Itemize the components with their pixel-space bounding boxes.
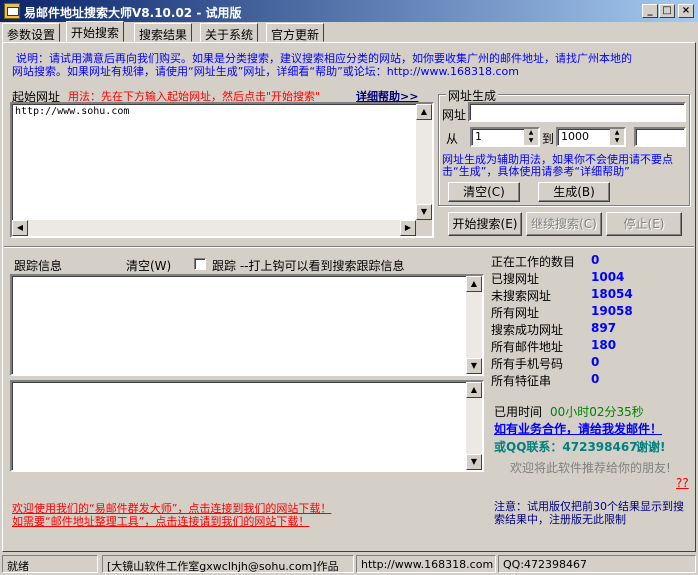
question-link[interactable]: ?? — [676, 476, 689, 490]
scroll-right-arrow-icon[interactable]: ▶ — [400, 220, 416, 236]
url-gen-clear-button[interactable]: 清空(C) — [448, 182, 520, 202]
close-button[interactable]: × — [678, 4, 694, 18]
separator — [4, 246, 694, 248]
tab-start-search[interactable]: 开始搜索 — [66, 21, 125, 42]
start-url-vscroll[interactable]: ▲ ▼ — [416, 104, 432, 220]
stat-label-all-urls: 所有网址 — [491, 306, 540, 320]
app-mail-icon — [4, 3, 20, 19]
url-gen-to-label: 到 — [542, 132, 555, 146]
thanks-text: 谢谢! — [636, 440, 666, 454]
tab-about[interactable]: 关于系统 — [200, 23, 259, 42]
stat-label-unsearched: 未搜索网址 — [491, 289, 552, 303]
scroll-up-arrow-icon[interactable]: ▲ — [416, 104, 432, 120]
stat-value-working: 0 — [591, 253, 600, 267]
elapsed-label: 已用时间 — [494, 405, 543, 419]
status-website: http://www.168318.com — [356, 555, 496, 573]
notice-text: 说明：请试用满意后再向我们购买。如果是分类搜索，建议搜索相应分类的网站，如你要收… — [12, 52, 632, 78]
stat-label-searched: 已搜网址 — [491, 272, 540, 286]
start-search-button[interactable]: 开始搜索(E) — [448, 212, 522, 236]
start-url-textarea[interactable]: http://www.sohu.com ▲ ▼ ◀ ▶ — [10, 102, 434, 238]
stat-value-success: 897 — [591, 321, 617, 335]
stat-value-phones: 0 — [591, 355, 600, 369]
title-bar[interactable]: 易邮件地址搜索大师V8.10.02 - 试用版 _ □ × — [0, 0, 698, 22]
promo-organizer-link[interactable]: 如需要“邮件地址整理工具”，点击连接请到我们的网站下载！ — [12, 515, 331, 528]
stat-label-emails: 所有邮件地址 — [491, 340, 564, 354]
stat-value-features: 0 — [591, 372, 600, 386]
stat-label-working: 正在工作的数目 — [491, 255, 576, 269]
url-gen-to-input[interactable]: 1000 ▲ ▼ — [556, 127, 626, 147]
stat-label-phones: 所有手机号码 — [491, 357, 564, 371]
trial-note: 注意：试用版仅把前30个结果显示到搜索结果中，注册版无此限制 — [494, 500, 684, 526]
start-url-value: http://www.sohu.com — [15, 106, 130, 117]
promo-links: 欢迎使用我们的“易邮件群发大师”，点击连接到我们的网站下载！ 如需要“邮件地址整… — [12, 502, 331, 528]
stat-value-searched: 1004 — [591, 270, 625, 284]
trace-detail-vscroll[interactable]: ▲ ▼ — [466, 382, 482, 470]
tab-settings[interactable]: 参数设置 — [2, 23, 61, 42]
stat-label-success: 搜索成功网址 — [491, 323, 564, 337]
business-contact-link[interactable]: 如有业务合作，请给我发邮件！ — [494, 420, 662, 437]
maximize-button[interactable]: □ — [659, 4, 675, 18]
elapsed-value: 00小时02分35秒 — [550, 405, 644, 419]
trace-clear-link[interactable]: 清空(W) — [126, 257, 171, 274]
scroll-up-arrow-icon[interactable]: ▲ — [466, 276, 482, 292]
status-qq: QQ:472398467 — [498, 555, 696, 573]
window-title: 易邮件地址搜索大师V8.10.02 - 试用版 — [24, 6, 242, 20]
trace-label: 跟踪信息 — [14, 259, 63, 273]
stop-button[interactable]: 停止(E) — [606, 212, 682, 236]
qq-contact: 或QQ联系：472398467 — [494, 440, 638, 454]
trace-log-vscroll[interactable]: ▲ ▼ — [466, 276, 482, 374]
tab-official-update[interactable]: 官方更新 — [266, 23, 325, 42]
start-url-hscroll[interactable]: ◀ ▶ — [12, 220, 416, 236]
url-gen-from-input[interactable]: 1 ▲ ▼ — [470, 127, 540, 147]
minimize-button[interactable]: _ — [642, 4, 658, 18]
stat-value-emails: 180 — [591, 338, 617, 352]
from-spinner[interactable]: ▲ ▼ — [524, 129, 538, 145]
trace-checkbox[interactable] — [194, 258, 206, 270]
scroll-up-arrow-icon[interactable]: ▲ — [466, 382, 482, 398]
url-gen-url-input[interactable] — [468, 102, 686, 122]
status-bar: 就绪 [大镜山软件工作室gxwclhjh@sohu.com]作品 http://… — [0, 553, 698, 575]
url-gen-url-label: 网址 — [442, 108, 467, 122]
status-studio: [大镜山软件工作室gxwclhjh@sohu.com]作品 — [102, 555, 354, 573]
tab-search-results[interactable]: 搜索结果 — [134, 23, 193, 42]
stat-value-all-urls: 19058 — [591, 304, 633, 318]
scroll-down-arrow-icon[interactable]: ▼ — [416, 204, 432, 220]
stat-value-unsearched: 18054 — [591, 287, 633, 301]
scroll-left-arrow-icon[interactable]: ◀ — [12, 220, 28, 236]
url-gen-description: 网址生成为辅助用法，如果你不会使用请不要点击“生成”，具体使用请参考“详细帮助” — [442, 153, 673, 178]
status-ready: 就绪 — [2, 555, 98, 573]
recommend-text: 欢迎将此软件推荐给你的朋友! — [510, 461, 671, 475]
promo-mass-mail-link[interactable]: 欢迎使用我们的“易邮件群发大师”，点击连接到我们的网站下载！ — [12, 502, 331, 515]
continue-search-button[interactable]: 继续搜索(C) — [526, 212, 602, 236]
scroll-down-arrow-icon[interactable]: ▼ — [466, 454, 482, 470]
url-gen-generate-button[interactable]: 生成(B) — [538, 182, 610, 202]
to-spinner[interactable]: ▲ ▼ — [610, 129, 624, 145]
trace-detail-area[interactable]: ▲ ▼ — [10, 380, 484, 472]
url-gen-extra-input[interactable] — [634, 127, 686, 147]
trace-log-area[interactable]: ▲ ▼ — [10, 274, 484, 376]
stat-label-features: 所有特征串 — [491, 374, 552, 388]
url-gen-from-label: 从 — [446, 132, 459, 146]
trace-checkbox-label: 跟踪 --打上钩可以看到搜索跟踪信息 — [212, 259, 405, 273]
scroll-corner — [416, 220, 432, 236]
scroll-down-arrow-icon[interactable]: ▼ — [466, 358, 482, 374]
